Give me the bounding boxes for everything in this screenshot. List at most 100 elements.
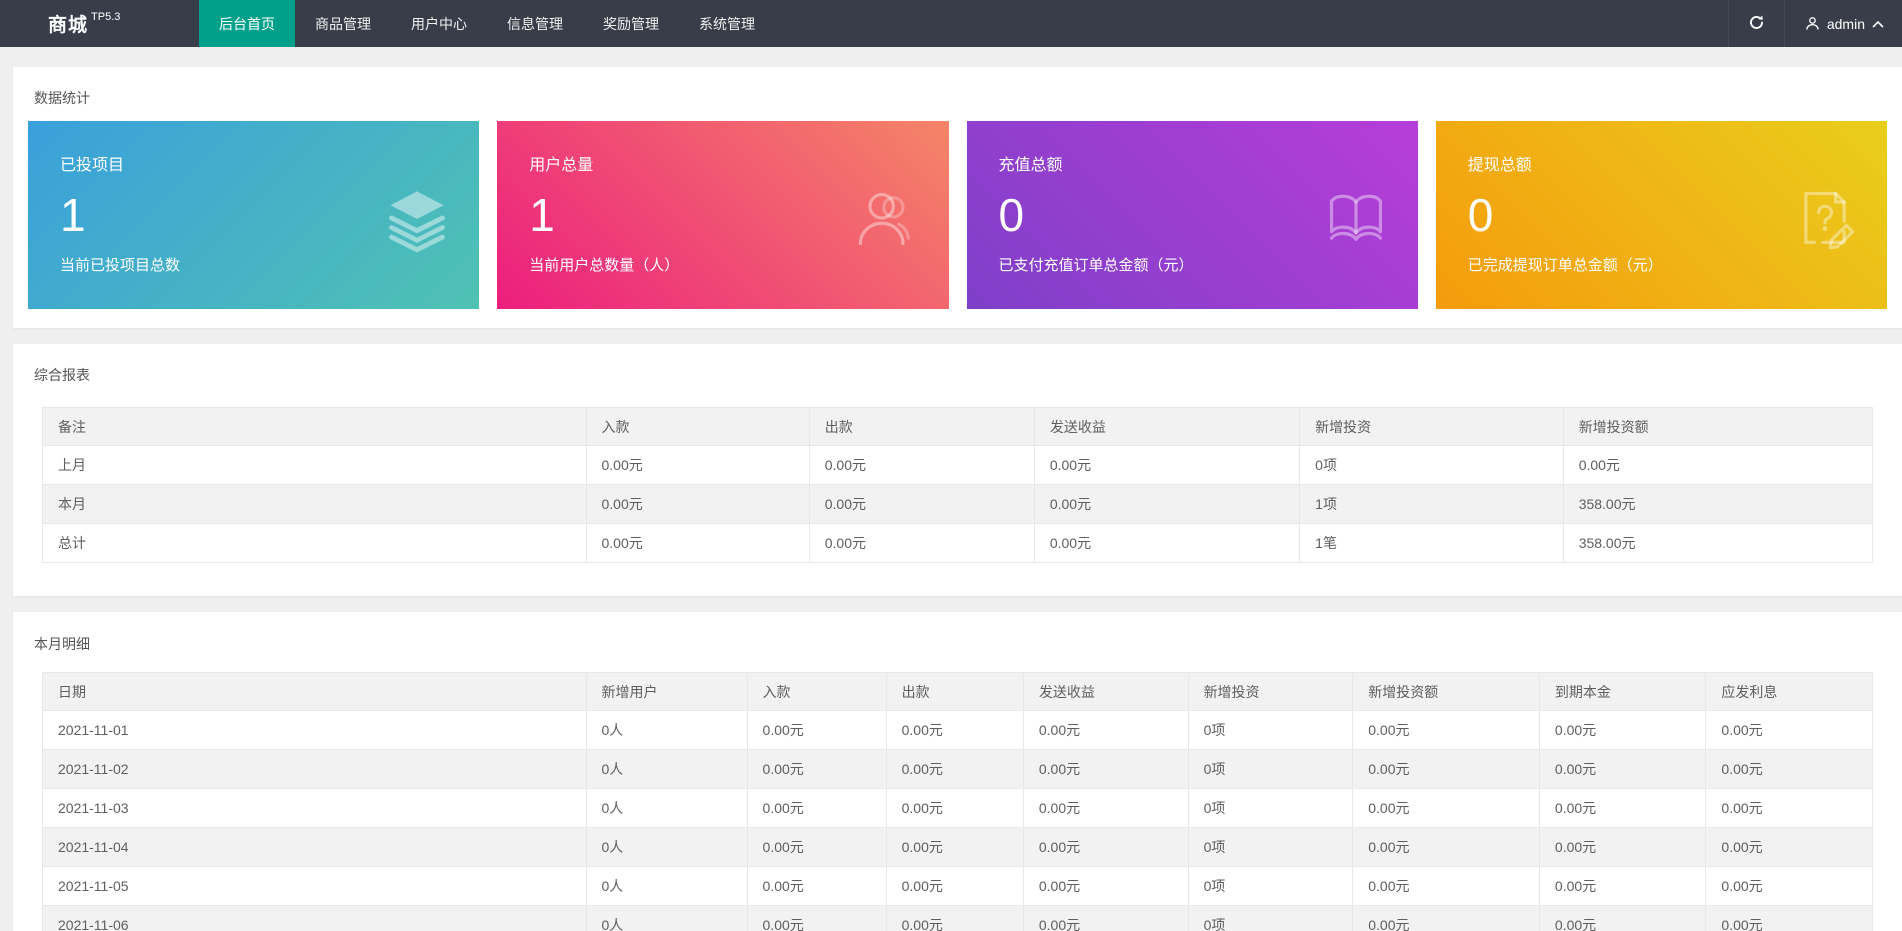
stats-section-title: 数据统计 bbox=[34, 90, 90, 106]
table-header-row: 备注 入款 出款 发送收益 新增投资 新增投资额 bbox=[42, 407, 1874, 446]
table-cell: 2021-11-03 bbox=[42, 788, 587, 828]
table-row: 2021-11-02 0人 0.00元 0.00元 0.00元 0项 0.00元 0.00元 0… bbox=[42, 749, 1873, 789]
app-logo-version: TP5.3 bbox=[91, 10, 121, 23]
column-header-0: 备注 bbox=[42, 407, 587, 446]
stat-card-subtitle: 已支付充值订单总金额（元） bbox=[998, 257, 1194, 274]
app-logo[interactable]: 商城 TP5.3 bbox=[0, 0, 199, 47]
table-cell: 0.00元 bbox=[1562, 445, 1874, 485]
stat-card-title: 已投项目 bbox=[60, 157, 125, 174]
table-cell: 0项 bbox=[1299, 445, 1564, 485]
table-row: 2021-11-01 0人 0.00元 0.00元 0.00元 0项 0.00元 0.00元 0… bbox=[42, 710, 1873, 750]
main-content: 数据统计 已投项目 1 当前已投项目总数 用户总量 1 当前用户总数量（人） 充… bbox=[0, 47, 1902, 931]
table-cell: 2021-11-05 bbox=[42, 866, 587, 906]
table-cell: 0.00元 bbox=[1352, 827, 1540, 867]
table-cell: 0.00元 bbox=[1033, 523, 1301, 563]
table-cell: 2021-11-02 bbox=[42, 749, 587, 789]
nav-item-system[interactable]: 系统管理 bbox=[679, 0, 775, 47]
table-row: 2021-11-04 0人 0.00元 0.00元 0.00元 0项 0.00元 0.00元 0… bbox=[42, 827, 1873, 867]
table-row: 2021-11-05 0人 0.00元 0.00元 0.00元 0项 0.00元 0.00元 0… bbox=[42, 866, 1873, 906]
table-cell: 0.00元 bbox=[1033, 445, 1301, 485]
column-header-4: 发送收益 bbox=[1022, 672, 1189, 711]
table-cell: 0.00元 bbox=[1538, 749, 1707, 789]
report-table: 备注 入款 出款 发送收益 新增投资 新增投资额 上月 0.00元 0.00元 0.00元 0项 0.… bbox=[42, 407, 1874, 563]
column-header-3: 发送收益 bbox=[1033, 407, 1301, 446]
table-cell: 0.00元 bbox=[585, 523, 810, 563]
users-icon bbox=[853, 185, 921, 253]
table-cell: 1项 bbox=[1299, 484, 1564, 524]
stats-panel: 数据统计 已投项目 1 当前已投项目总数 用户总量 1 当前用户总数量（人） 充… bbox=[13, 67, 1902, 328]
table-cell: 0.00元 bbox=[1022, 866, 1189, 906]
table-cell: 0项 bbox=[1187, 905, 1354, 931]
table-cell: 0人 bbox=[585, 866, 748, 906]
stat-card-title: 用户总量 bbox=[529, 157, 594, 174]
table-cell: 0项 bbox=[1187, 749, 1354, 789]
table-cell: 0.00元 bbox=[1033, 484, 1301, 524]
stat-card-title: 充值总额 bbox=[998, 157, 1063, 174]
table-cell: 0.00元 bbox=[1352, 866, 1540, 906]
column-header-5: 新增投资 bbox=[1187, 672, 1354, 711]
table-cell: 358.00元 bbox=[1562, 484, 1874, 524]
detail-panel: 本月明细 日期 新增用户 入款 出款 发送收益 新增投资 新增投资额 到期本金 应发利息 2021… bbox=[13, 612, 1902, 931]
report-panel: 综合报表 备注 入款 出款 发送收益 新增投资 新增投资额 上月 0.00元 0.00元 0.00… bbox=[13, 344, 1902, 596]
table-cell: 0项 bbox=[1187, 788, 1354, 828]
table-cell: 本月 bbox=[42, 484, 587, 524]
column-header-3: 出款 bbox=[885, 672, 1024, 711]
detail-section-title: 本月明细 bbox=[34, 636, 90, 652]
table-cell: 0.00元 bbox=[885, 827, 1024, 867]
table-cell: 2021-11-06 bbox=[42, 905, 587, 931]
table-cell: 0.00元 bbox=[1022, 827, 1189, 867]
table-cell: 0.00元 bbox=[885, 749, 1024, 789]
table-cell: 0.00元 bbox=[746, 749, 887, 789]
table-row: 2021-11-03 0人 0.00元 0.00元 0.00元 0项 0.00元 0.00元 0… bbox=[42, 788, 1873, 828]
stat-card-subtitle: 当前用户总数量（人） bbox=[529, 257, 680, 274]
table-cell: 0.00元 bbox=[585, 484, 810, 524]
navbar-right: admin bbox=[1727, 0, 1902, 47]
table-cell: 0项 bbox=[1187, 827, 1354, 867]
column-header-2: 出款 bbox=[808, 407, 1035, 446]
nav-item-products[interactable]: 商品管理 bbox=[295, 0, 391, 47]
table-cell: 0.00元 bbox=[746, 710, 887, 750]
app-logo-text: 商城 bbox=[48, 15, 89, 36]
table-cell: 0.00元 bbox=[1705, 749, 1873, 789]
refresh-button[interactable] bbox=[1727, 0, 1784, 47]
stat-card-subtitle: 当前已投项目总数 bbox=[60, 257, 181, 274]
table-row: 总计 0.00元 0.00元 0.00元 1笔 358.00元 bbox=[42, 523, 1874, 563]
table-cell: 0项 bbox=[1187, 710, 1354, 750]
table-cell: 0.00元 bbox=[1022, 788, 1189, 828]
admin-menu[interactable]: admin bbox=[1783, 0, 1902, 47]
nav-item-home[interactable]: 后台首页 bbox=[199, 0, 295, 47]
table-cell: 0.00元 bbox=[746, 827, 887, 867]
nav-item-info[interactable]: 信息管理 bbox=[487, 0, 583, 47]
column-header-0: 日期 bbox=[42, 672, 587, 711]
table-cell: 0项 bbox=[1187, 866, 1354, 906]
table-cell: 0.00元 bbox=[1705, 710, 1873, 750]
top-navbar: 商城 TP5.3 后台首页 商品管理 用户中心 信息管理 奖励管理 系统管理 a… bbox=[0, 0, 1902, 47]
nav-item-users[interactable]: 用户中心 bbox=[391, 0, 487, 47]
table-cell: 0人 bbox=[585, 788, 748, 828]
table-cell: 0.00元 bbox=[1352, 788, 1540, 828]
table-cell: 0.00元 bbox=[1352, 749, 1540, 789]
column-header-4: 新增投资 bbox=[1299, 407, 1564, 446]
table-cell: 1笔 bbox=[1299, 523, 1564, 563]
column-header-1: 入款 bbox=[585, 407, 810, 446]
nav-item-rewards[interactable]: 奖励管理 bbox=[583, 0, 679, 47]
user-icon bbox=[1805, 16, 1820, 31]
table-cell: 0人 bbox=[585, 749, 748, 789]
stat-card-title: 提现总额 bbox=[1467, 157, 1532, 174]
refresh-icon bbox=[1748, 14, 1765, 34]
table-cell: 0.00元 bbox=[1352, 710, 1540, 750]
table-cell: 0.00元 bbox=[885, 866, 1024, 906]
table-cell: 0.00元 bbox=[808, 484, 1035, 524]
table-cell: 0.00元 bbox=[1538, 710, 1707, 750]
table-cell: 0.00元 bbox=[1022, 905, 1189, 931]
table-cell: 0.00元 bbox=[1705, 866, 1873, 906]
detail-table: 日期 新增用户 入款 出款 发送收益 新增投资 新增投资额 到期本金 应发利息 2021-11-0… bbox=[42, 672, 1873, 931]
table-cell: 0.00元 bbox=[746, 866, 887, 906]
table-cell: 0.00元 bbox=[1538, 905, 1707, 931]
report-section-title: 综合报表 bbox=[34, 367, 90, 383]
column-header-2: 入款 bbox=[746, 672, 887, 711]
table-cell: 0.00元 bbox=[808, 523, 1035, 563]
table-cell: 0.00元 bbox=[1538, 866, 1707, 906]
stat-card-total-users: 用户总量 1 当前用户总数量（人） bbox=[497, 121, 949, 309]
table-cell: 358.00元 bbox=[1562, 523, 1874, 563]
